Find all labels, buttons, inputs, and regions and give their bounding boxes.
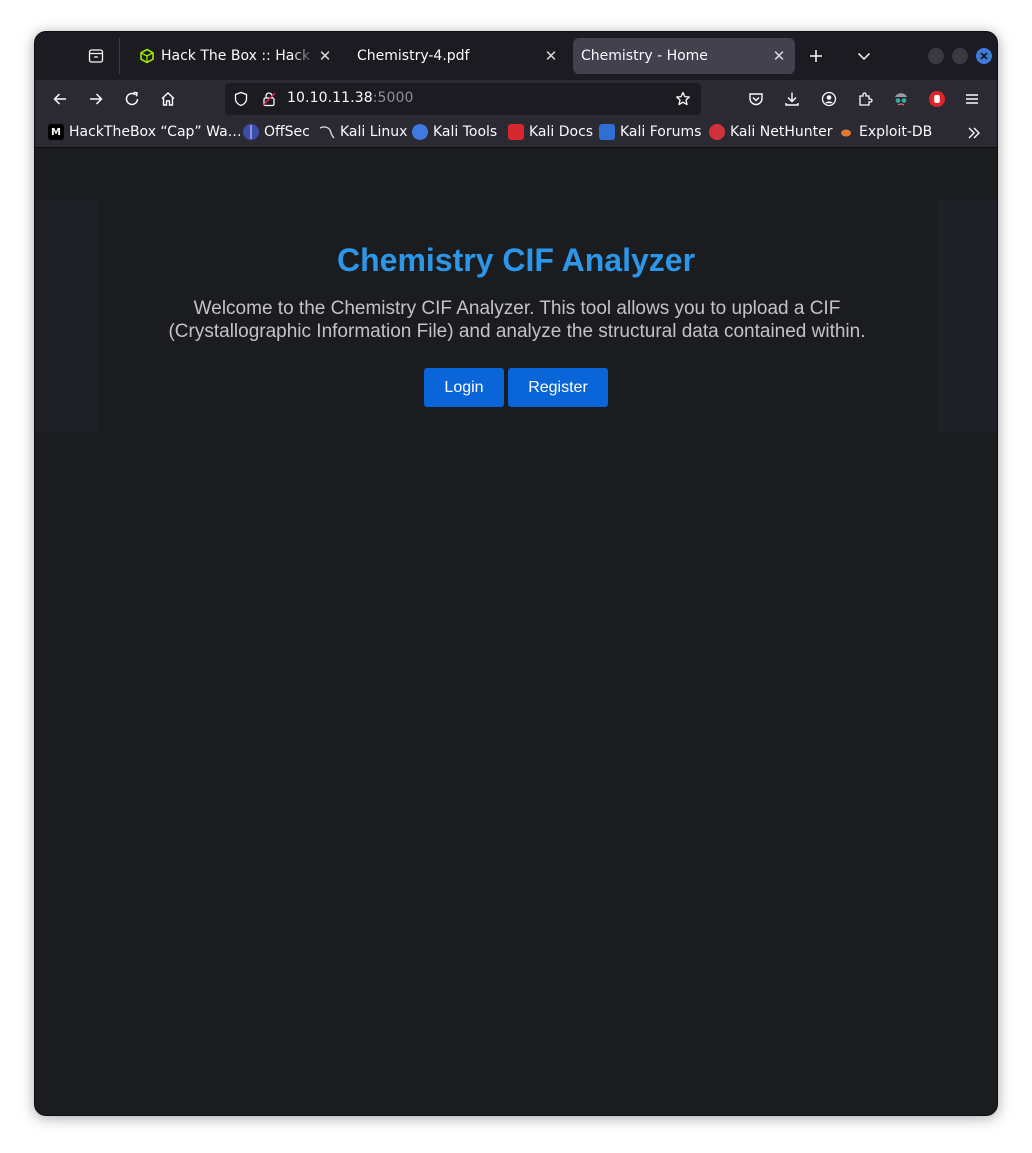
tab-title: Chemistry - Home <box>581 48 708 64</box>
close-window-button[interactable] <box>976 48 992 64</box>
list-all-tabs-button[interactable] <box>852 44 876 68</box>
reload-icon <box>125 91 139 106</box>
bookmark-label: Kali Tools <box>433 124 498 140</box>
bookmark-kali-linux[interactable]: Kali Linux <box>319 124 407 140</box>
close-icon <box>980 52 988 60</box>
tab-title: Hack The Box :: Hack The Box <box>161 48 315 64</box>
htb-cube-icon <box>139 48 155 64</box>
reload-button[interactable] <box>120 87 144 111</box>
spy-glasses-icon <box>895 93 907 106</box>
more-bookmarks-button[interactable] <box>966 125 982 141</box>
navigation-toolbar: 10.10.11.38:5000 <box>35 80 997 118</box>
bookmark-exploit-db[interactable]: Exploit-DB <box>838 124 932 140</box>
kali-forums-icon <box>599 124 615 140</box>
bookmark-label: HackTheBox “Cap” Wa… <box>69 124 242 140</box>
page-content: Chemistry CIF Analyzer Welcome to the Ch… <box>35 149 997 1115</box>
account-button[interactable] <box>817 87 841 111</box>
bookmark-label: Kali NetHunter <box>730 124 833 140</box>
bookmark-star-icon[interactable] <box>675 91 691 107</box>
bookmark-kali-forums[interactable]: Kali Forums <box>599 124 701 140</box>
minimize-button[interactable] <box>928 48 944 64</box>
back-button[interactable] <box>48 87 72 111</box>
bookmark-label: Kali Forums <box>620 124 702 140</box>
intro-text: Welcome to the Chemistry CIF Analyzer. T… <box>168 298 866 342</box>
forward-button[interactable] <box>84 87 108 111</box>
kali-tools-icon <box>412 124 428 140</box>
chevron-down-icon <box>857 52 871 61</box>
arrow-left-icon <box>53 93 66 105</box>
tracking-protection-shield-icon[interactable] <box>233 91 249 107</box>
bookmark-kali-docs[interactable]: Kali Docs <box>508 124 593 140</box>
url-text[interactable]: 10.10.11.38:5000 <box>287 90 414 106</box>
pocket-icon <box>749 93 763 106</box>
extension-ublock-button[interactable] <box>925 87 949 111</box>
nethunter-icon <box>709 124 725 140</box>
tab-chemistry-home[interactable]: Chemistry - Home ✕ <box>573 38 795 74</box>
medium-icon: M <box>48 124 64 140</box>
tab-separator <box>119 38 120 74</box>
tab-close-icon[interactable]: ✕ <box>541 46 561 66</box>
firefox-view-icon <box>88 49 104 63</box>
account-icon <box>821 91 837 107</box>
kali-docs-icon <box>508 124 524 140</box>
url-port: :5000 <box>372 90 414 106</box>
login-button[interactable]: Login <box>424 368 504 407</box>
extensions-button[interactable] <box>853 87 877 111</box>
new-tab-button[interactable] <box>804 44 828 68</box>
firefox-view-button[interactable] <box>83 44 109 68</box>
tab-title: Chemistry-4.pdf <box>357 48 470 64</box>
bookmark-offsec[interactable]: OffSec <box>243 124 310 140</box>
bookmark-kali-nethunter[interactable]: Kali NetHunter <box>709 124 832 140</box>
kali-dragon-icon <box>319 124 335 140</box>
bookmark-label: Kali Linux <box>340 124 408 140</box>
downloads-button[interactable] <box>780 87 804 111</box>
exploitdb-icon <box>838 124 854 140</box>
tab-strip: Hack The Box :: Hack The Box ✕ Chemistry… <box>35 32 997 80</box>
browser-window: Hack The Box :: Hack The Box ✕ Chemistry… <box>34 31 998 1116</box>
download-icon <box>785 92 799 106</box>
home-icon <box>161 92 175 106</box>
bookmark-kali-tools[interactable]: Kali Tools <box>412 124 497 140</box>
register-button[interactable]: Register <box>508 368 608 407</box>
chevron-double-right-icon <box>968 127 980 139</box>
tab-hackthebox[interactable]: Hack The Box :: Hack The Box ✕ <box>127 38 341 74</box>
bookmark-label: OffSec <box>264 124 310 140</box>
plus-icon <box>810 50 822 62</box>
hand-stop-icon <box>929 91 945 107</box>
bookmark-label: Kali Docs <box>529 124 594 140</box>
insecure-lock-icon[interactable] <box>261 91 277 107</box>
bookmark-htb-cap[interactable]: M HackTheBox “Cap” Wa… <box>48 124 242 140</box>
tab-close-icon[interactable]: ✕ <box>769 46 789 66</box>
extension-spy-button[interactable] <box>889 87 913 111</box>
home-button[interactable] <box>156 87 180 111</box>
page-title: Chemistry CIF Analyzer <box>336 242 696 278</box>
app-menu-button[interactable] <box>960 87 984 111</box>
bookmark-label: Exploit-DB <box>859 124 933 140</box>
maximize-button[interactable] <box>952 48 968 64</box>
tab-chemistry-pdf[interactable]: Chemistry-4.pdf ✕ <box>345 38 567 74</box>
url-host: 10.10.11.38 <box>287 90 373 106</box>
tab-close-icon[interactable]: ✕ <box>315 46 335 66</box>
bookmarks-toolbar: M HackTheBox “Cap” Wa… OffSec Kali Linux… <box>35 118 997 148</box>
url-bar[interactable]: 10.10.11.38:5000 <box>225 83 701 115</box>
puzzle-icon <box>859 92 873 106</box>
hamburger-menu-icon <box>966 94 978 104</box>
offsec-icon <box>243 124 259 140</box>
arrow-right-icon <box>90 93 103 105</box>
pocket-button[interactable] <box>744 87 768 111</box>
